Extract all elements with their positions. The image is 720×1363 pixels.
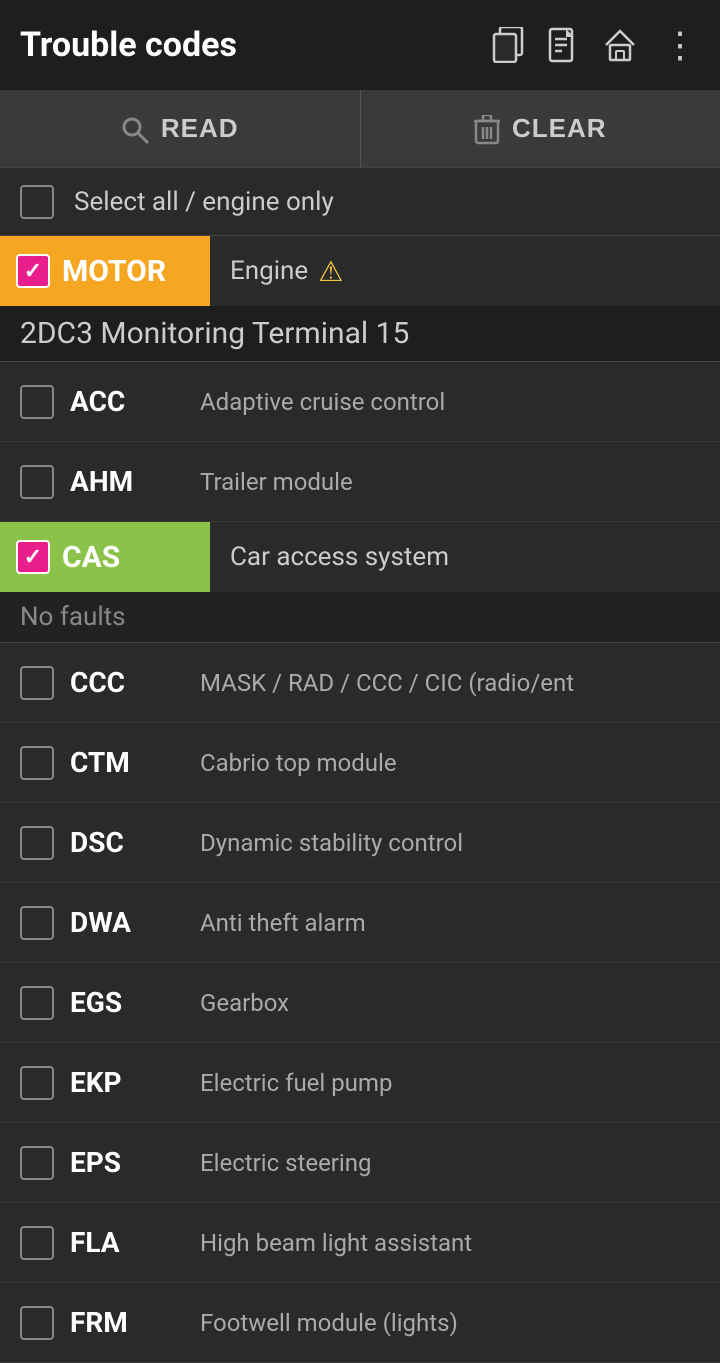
motor-tag[interactable]: MOTOR [0, 236, 210, 306]
dsc-checkbox[interactable] [20, 826, 54, 860]
ekp-checkbox[interactable] [20, 1066, 54, 1100]
ahm-desc: Trailer module [200, 468, 700, 496]
ahm-checkbox[interactable] [20, 465, 54, 499]
list-item[interactable]: DSC Dynamic stability control [0, 803, 720, 883]
eps-desc: Electric steering [200, 1149, 700, 1177]
ccc-code: CCC [70, 666, 200, 699]
list-item[interactable]: FLA High beam light assistant [0, 1203, 720, 1283]
motor-checkbox[interactable] [16, 254, 50, 288]
read-button[interactable]: READ [0, 90, 361, 167]
list-item[interactable]: ACC Adaptive cruise control [0, 362, 720, 442]
acc-desc: Adaptive cruise control [200, 388, 700, 416]
frm-code: FRM [70, 1306, 200, 1339]
list-item[interactable]: FRM Footwell module (lights) [0, 1283, 720, 1363]
copy-icon[interactable] [492, 27, 524, 64]
fla-checkbox[interactable] [20, 1226, 54, 1260]
fla-code: FLA [70, 1226, 200, 1259]
ekp-desc: Electric fuel pump [200, 1069, 700, 1097]
eps-checkbox[interactable] [20, 1146, 54, 1180]
list-item[interactable]: AHM Trailer module [0, 442, 720, 522]
ctm-desc: Cabrio top module [200, 749, 700, 777]
list-item[interactable]: CTM Cabrio top module [0, 723, 720, 803]
subheader: 2DC3 Monitoring Terminal 15 [0, 306, 720, 362]
cas-desc-text: Car access system [230, 542, 449, 572]
search-icon [121, 113, 149, 144]
delete-icon [474, 112, 500, 144]
clear-button[interactable]: CLEAR [361, 90, 720, 167]
list-item[interactable]: EGS Gearbox [0, 963, 720, 1043]
frm-desc: Footwell module (lights) [200, 1309, 700, 1337]
cas-label: CAS [62, 540, 120, 575]
motor-label: MOTOR [62, 254, 166, 289]
acc-code: ACC [70, 385, 200, 418]
module-list: CCC MASK / RAD / CCC / CIC (radio/ent CT… [0, 643, 720, 1363]
dsc-code: DSC [70, 826, 200, 859]
warning-icon: ⚠ [318, 255, 343, 288]
cas-status: No faults [0, 592, 720, 643]
cas-module-header: CAS Car access system [0, 522, 720, 592]
document-icon[interactable] [548, 27, 578, 64]
subheader-text: 2DC3 Monitoring Terminal 15 [20, 316, 409, 351]
motor-description: Engine ⚠ [210, 255, 343, 288]
cas-description: Car access system [210, 542, 449, 572]
cas-status-text: No faults [20, 602, 126, 632]
clear-label: CLEAR [512, 113, 607, 144]
home-icon[interactable] [602, 27, 638, 64]
dwa-checkbox[interactable] [20, 906, 54, 940]
read-label: READ [161, 113, 239, 144]
acc-checkbox[interactable] [20, 385, 54, 419]
cas-tag[interactable]: CAS [0, 522, 210, 592]
select-all-row[interactable]: Select all / engine only [0, 168, 720, 236]
motor-desc-text: Engine [230, 256, 308, 286]
egs-desc: Gearbox [200, 989, 700, 1017]
list-item[interactable]: CCC MASK / RAD / CCC / CIC (radio/ent [0, 643, 720, 723]
dsc-desc: Dynamic stability control [200, 829, 700, 857]
ahm-code: AHM [70, 465, 200, 498]
page-title: Trouble codes [20, 25, 472, 65]
egs-code: EGS [70, 986, 200, 1019]
select-all-label: Select all / engine only [74, 187, 334, 217]
toolbar: READ CLEAR [0, 90, 720, 168]
header-icons: ⋮ [492, 27, 700, 64]
motor-module-header: MOTOR Engine ⚠ [0, 236, 720, 306]
dwa-desc: Anti theft alarm [200, 909, 700, 937]
ctm-checkbox[interactable] [20, 746, 54, 780]
frm-checkbox[interactable] [20, 1306, 54, 1340]
header: Trouble codes [0, 0, 720, 90]
ccc-checkbox[interactable] [20, 666, 54, 700]
cas-checkbox[interactable] [16, 540, 50, 574]
list-item[interactable]: EPS Electric steering [0, 1123, 720, 1203]
list-item[interactable]: EKP Electric fuel pump [0, 1043, 720, 1123]
select-all-checkbox[interactable] [20, 185, 54, 219]
list-item[interactable]: DWA Anti theft alarm [0, 883, 720, 963]
fla-desc: High beam light assistant [200, 1229, 700, 1257]
ekp-code: EKP [70, 1066, 200, 1099]
ccc-desc: MASK / RAD / CCC / CIC (radio/ent [200, 669, 700, 697]
egs-checkbox[interactable] [20, 986, 54, 1020]
dwa-code: DWA [70, 906, 200, 939]
eps-code: EPS [70, 1146, 200, 1179]
ctm-code: CTM [70, 746, 200, 779]
more-icon[interactable]: ⋮ [662, 27, 700, 63]
